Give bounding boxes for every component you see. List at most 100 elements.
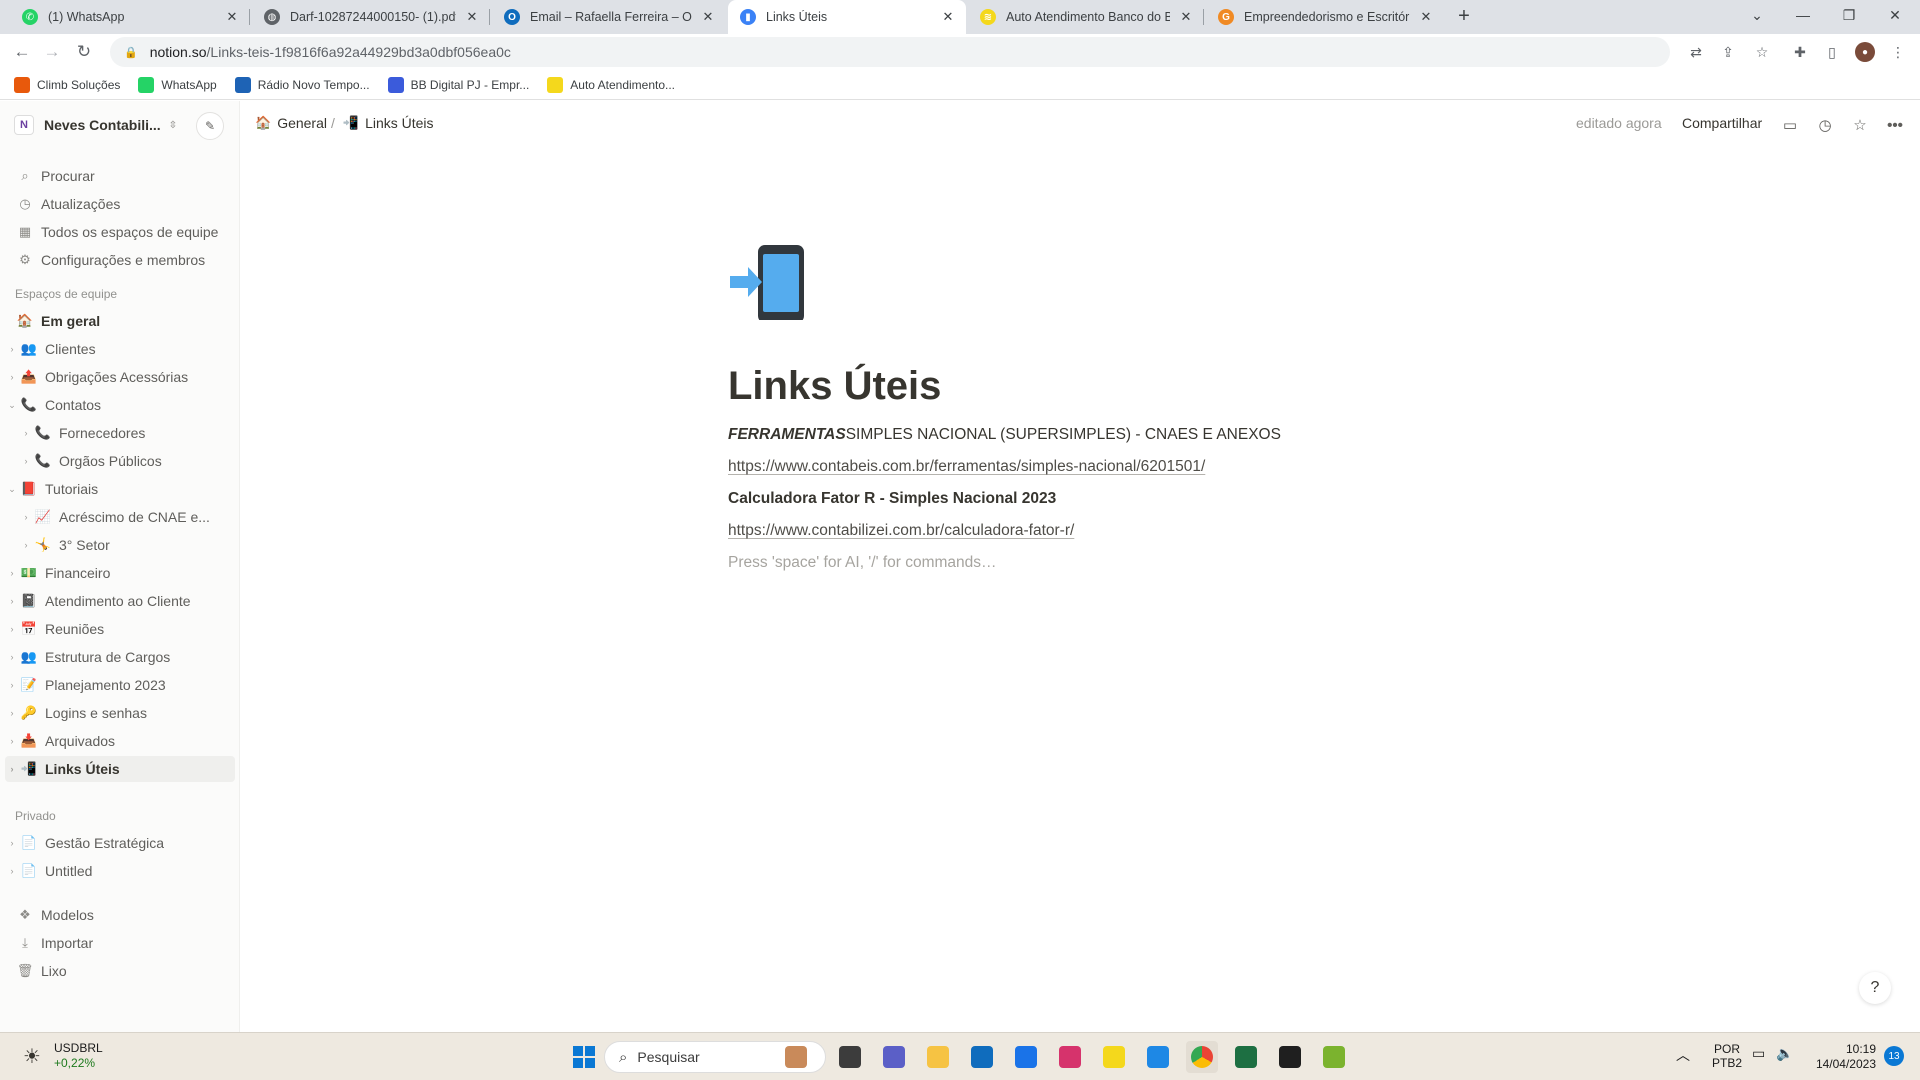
browser-tab[interactable]: ◍ Darf-10287244000150- (1).pdf ✕	[252, 0, 490, 34]
chevron-icon[interactable]: ›	[5, 596, 19, 606]
breadcrumb-links-uteis[interactable]: Links Úteis	[365, 115, 433, 131]
sidebar-page-item[interactable]: › 📲 Links Úteis	[5, 756, 235, 782]
empty-block-placeholder[interactable]: Press 'space' for AI, '/' for commands…	[728, 554, 997, 572]
network-icon[interactable]: ▭	[1752, 1045, 1765, 1062]
share-icon[interactable]: ⇪	[1718, 42, 1738, 62]
chrome-icon[interactable]	[1186, 1041, 1218, 1073]
sidebar-item-importar[interactable]: ⤓ Importar	[5, 930, 235, 956]
chevron-icon[interactable]: ›	[19, 540, 33, 550]
sidebar-page-item[interactable]: › 📅 Reuniões	[5, 616, 235, 642]
bookmark-item[interactable]: Auto Atendimento...	[547, 76, 675, 93]
chevron-icon[interactable]: ›	[5, 708, 19, 718]
notification-badge[interactable]: 13	[1884, 1046, 1904, 1066]
chevron-icon[interactable]: ›	[5, 568, 19, 578]
sidebar-page-item[interactable]: › 🔑 Logins e senhas	[5, 700, 235, 726]
bookmark-star-icon[interactable]: ☆	[1752, 42, 1772, 62]
language-indicator[interactable]: POR PTB2	[1712, 1042, 1742, 1070]
bb-app-icon[interactable]	[1318, 1041, 1350, 1073]
sidebar-page-item[interactable]: › 👥 Clientes	[5, 336, 235, 362]
sticky-notes-icon[interactable]	[1274, 1041, 1306, 1073]
close-window-button[interactable]: ✕	[1872, 0, 1918, 30]
bookmark-item[interactable]: Rádio Novo Tempo...	[234, 76, 370, 93]
sidebar-page-item[interactable]: › 👥 Estrutura de Cargos	[5, 644, 235, 670]
sidebar-page-item[interactable]: ⌄ 📕 Tutoriais	[5, 476, 235, 502]
chevron-icon[interactable]: ›	[5, 866, 19, 876]
file-explorer-icon[interactable]	[922, 1041, 954, 1073]
chevron-icon[interactable]: ›	[5, 344, 19, 354]
sidebar-page-item[interactable]: › 📓 Atendimento ao Cliente	[5, 588, 235, 614]
history-clock-icon[interactable]: ◷	[1814, 114, 1836, 136]
bb-taskbar-icon[interactable]	[1098, 1041, 1130, 1073]
close-tab-icon[interactable]: ✕	[700, 9, 716, 25]
reload-icon[interactable]: ↻	[72, 40, 96, 64]
sidebar-item-lixo[interactable]: 🗑 Lixo	[5, 958, 235, 984]
volume-icon[interactable]: 🔈	[1776, 1045, 1793, 1062]
browser-tab[interactable]: O Email – Rafaella Ferreira – Outlook ✕	[492, 0, 726, 34]
side-panel-icon[interactable]: ▯	[1822, 42, 1842, 62]
chevron-icon[interactable]: ›	[5, 372, 19, 382]
browser-tab[interactable]: ✆ (1) WhatsApp ✕	[10, 0, 250, 34]
show-hidden-icons[interactable]: ︿	[1676, 1045, 1690, 1065]
text-block-simples[interactable]: FERRAMENTASSIMPLES NACIONAL (SUPERSIMPLE…	[728, 426, 1281, 444]
sidebar-page-item[interactable]: 🏠 Em geral	[5, 308, 235, 334]
task-view-icon[interactable]	[834, 1041, 866, 1073]
stock-widget[interactable]: ☀ USDBRL +0,22%	[18, 1041, 103, 1071]
comments-icon[interactable]: ▭	[1779, 114, 1801, 136]
chevron-icon[interactable]: ›	[5, 838, 19, 848]
extensions-icon[interactable]: ✚	[1790, 42, 1810, 62]
restore-button[interactable]: ❐	[1826, 0, 1872, 30]
windows-start-icon[interactable]	[568, 1041, 600, 1073]
sidebar-item-modelos[interactable]: ❖ Modelos	[5, 902, 235, 928]
breadcrumb-general[interactable]: General	[277, 115, 327, 131]
favorite-star-icon[interactable]: ☆	[1849, 114, 1871, 136]
chevron-icon[interactable]: ›	[5, 680, 19, 690]
contabilizei-link[interactable]: https://www.contabilizei.com.br/calculad…	[728, 522, 1074, 539]
sidebar-private-item[interactable]: › 📄 Untitled	[5, 858, 235, 884]
translate-icon[interactable]: ⇄	[1686, 42, 1706, 62]
close-tab-icon[interactable]: ✕	[1418, 9, 1434, 25]
profile-avatar[interactable]: ●	[1855, 42, 1875, 62]
page-title[interactable]: Links Úteis	[728, 364, 941, 409]
chevron-icon[interactable]: ›	[5, 736, 19, 746]
close-tab-icon[interactable]: ✕	[1178, 9, 1194, 25]
sidebar-page-item[interactable]: › 📤 Obrigações Acessórias	[5, 364, 235, 390]
photo-widget-icon[interactable]	[780, 1041, 812, 1073]
sidebar-item-configura-es-e-membros[interactable]: ⚙ Configurações e membros	[5, 247, 235, 273]
app-blue-icon[interactable]	[1010, 1041, 1042, 1073]
outlook-taskbar-icon[interactable]	[966, 1041, 998, 1073]
close-tab-icon[interactable]: ✕	[940, 9, 956, 25]
sidebar-page-item[interactable]: › 📞 Orgãos Públicos	[5, 448, 235, 474]
sidebar-item-todos-os-espa-os-de-equipe[interactable]: ▦ Todos os espaços de equipe	[5, 219, 235, 245]
chevron-icon[interactable]: ›	[5, 764, 19, 774]
share-button[interactable]: Compartilhar	[1682, 115, 1762, 131]
text-block-fator-r[interactable]: Calculadora Fator R - Simples Nacional 2…	[728, 490, 1056, 508]
address-bar[interactable]: 🔒 notion.so/Links-teis-1f9816f6a92a44929…	[110, 37, 1670, 67]
excel-icon[interactable]	[1230, 1041, 1262, 1073]
sidebar-page-item[interactable]: › 📈 Acréscimo de CNAE e...	[5, 504, 235, 530]
sidebar-item-atualiza-es[interactable]: ◷ Atualizações	[5, 191, 235, 217]
contabeis-link[interactable]: https://www.contabeis.com.br/ferramentas…	[728, 458, 1205, 475]
sidebar-page-item[interactable]: ⌄ 📞 Contatos	[5, 392, 235, 418]
link-block[interactable]: https://www.contabilizei.com.br/calculad…	[728, 522, 1074, 540]
bookmark-item[interactable]: Climb Soluções	[14, 76, 120, 93]
browser-tab[interactable]: ▮ Links Úteis ✕	[728, 0, 966, 34]
mobile-arrow-icon[interactable]	[728, 240, 808, 320]
minimize-button[interactable]: —	[1780, 0, 1826, 30]
close-tab-icon[interactable]: ✕	[224, 9, 240, 25]
new-tab-button[interactable]: +	[1452, 5, 1476, 28]
link-block[interactable]: https://www.contabeis.com.br/ferramentas…	[728, 458, 1205, 476]
more-options-icon[interactable]: •••	[1884, 114, 1906, 136]
tab-search-icon[interactable]: ⌄	[1734, 0, 1780, 30]
workspace-switcher[interactable]: N Neves Contabili... ⇳	[14, 115, 177, 135]
chevron-icon[interactable]: ›	[19, 456, 33, 466]
chevron-icon[interactable]: ›	[19, 428, 33, 438]
forward-icon[interactable]: →	[40, 40, 64, 64]
help-button[interactable]: ?	[1859, 972, 1891, 1004]
bookmark-item[interactable]: BB Digital PJ - Empr...	[387, 76, 529, 93]
browser-tab[interactable]: G Empreendedorismo e Escritório Contábil ✕	[1206, 0, 1444, 34]
chevron-icon[interactable]: ›	[19, 512, 33, 522]
sidebar-page-item[interactable]: › 💵 Financeiro	[5, 560, 235, 586]
chevron-icon[interactable]: ›	[5, 652, 19, 662]
teams-icon[interactable]	[878, 1041, 910, 1073]
back-icon[interactable]: ←	[10, 40, 34, 64]
